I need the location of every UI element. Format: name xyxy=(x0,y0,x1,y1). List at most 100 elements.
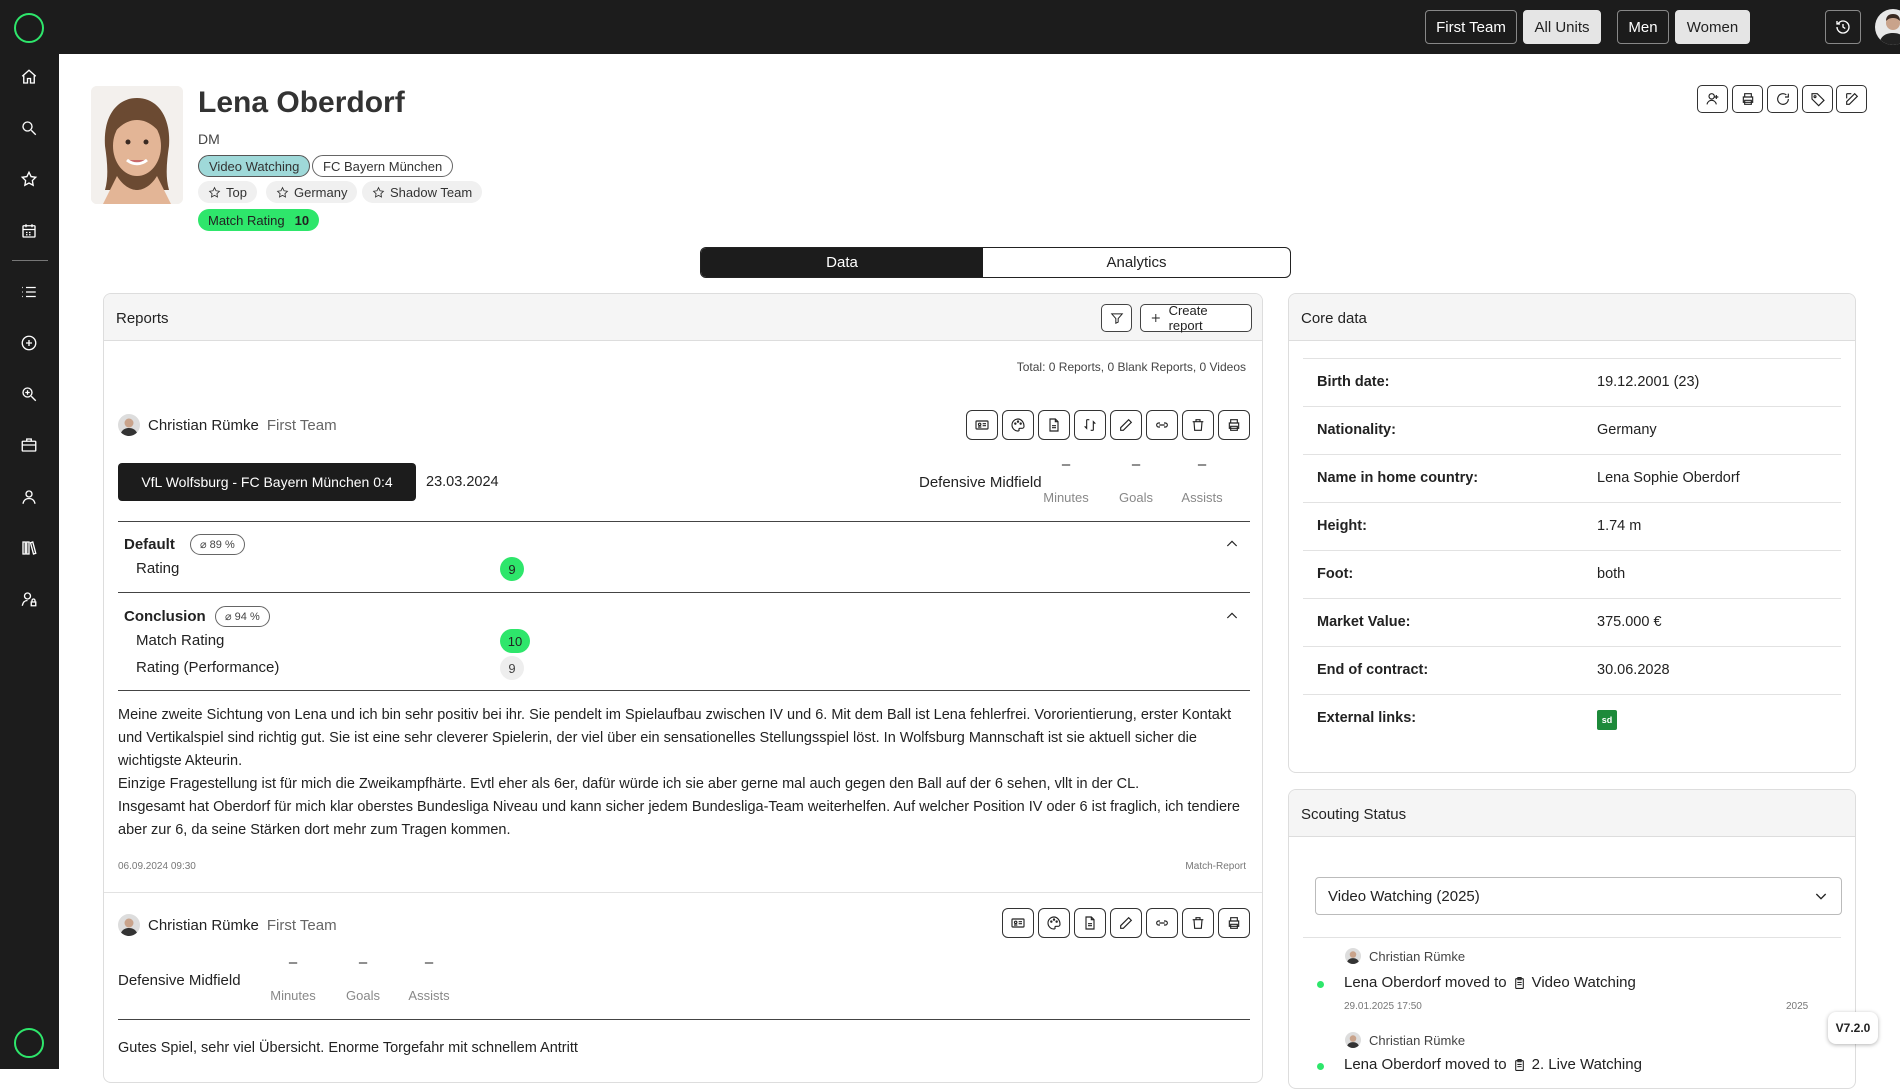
palette-button[interactable] xyxy=(1038,908,1070,938)
assign-user-button[interactable] xyxy=(1697,85,1728,113)
edit-button[interactable] xyxy=(1836,85,1867,113)
report-author[interactable]: Christian Rümke First Team xyxy=(118,414,337,436)
report-text: Meine zweite Sichtung von Lena und ich b… xyxy=(118,704,1248,842)
transfer-button[interactable] xyxy=(1074,410,1106,440)
edit-report-button[interactable] xyxy=(1110,410,1142,440)
report-paragraph: Meine zweite Sichtung von Lena und ich b… xyxy=(118,707,1232,769)
history-icon[interactable] xyxy=(1825,10,1861,44)
palette-button[interactable] xyxy=(1002,410,1034,440)
men-button[interactable]: Men xyxy=(1617,10,1669,44)
external-links-label: External links: xyxy=(1317,710,1417,726)
report-position: Defensive Midfield xyxy=(919,474,1042,491)
list-icon[interactable] xyxy=(18,281,40,303)
scouting-status-select[interactable]: Video Watching (2025) xyxy=(1315,877,1842,915)
refresh-button[interactable] xyxy=(1767,85,1798,113)
core-data-header: Core data xyxy=(1289,294,1855,341)
printer-icon xyxy=(1742,93,1753,105)
tag-button[interactable] xyxy=(1802,85,1833,113)
author-name: Christian Rümke xyxy=(148,916,259,934)
author-avatar xyxy=(1345,1032,1361,1048)
user-avatar[interactable] xyxy=(1875,9,1900,45)
add-circle-icon[interactable] xyxy=(18,332,40,354)
list-tag-top[interactable]: Top xyxy=(198,181,257,203)
print-button[interactable] xyxy=(1732,85,1763,113)
calendar-icon[interactable] xyxy=(18,220,40,242)
scouting-status-title: Scouting Status xyxy=(1301,806,1407,823)
section-average-badge: ⌀ 89 % xyxy=(190,534,245,555)
home-name-value: Lena Sophie Oberdorf xyxy=(1597,470,1740,486)
nationality-label: Nationality: xyxy=(1317,422,1396,438)
assists-label: Assists xyxy=(408,988,450,1003)
star-icon xyxy=(372,186,385,198)
list-tag-shadow-team[interactable]: Shadow Team xyxy=(362,181,483,203)
status-author: Christian Rümke xyxy=(1345,1032,1465,1048)
status-tag[interactable]: Video Watching xyxy=(198,155,311,177)
report-position: Defensive Midfield xyxy=(118,972,241,989)
link-button[interactable] xyxy=(1146,410,1178,440)
document-button[interactable] xyxy=(1038,410,1070,440)
edit-report-button[interactable] xyxy=(1110,908,1142,938)
document-button[interactable] xyxy=(1074,908,1106,938)
trash-icon xyxy=(1192,419,1204,431)
link-button[interactable] xyxy=(1146,908,1178,938)
status-author: Christian Rümke xyxy=(1345,948,1465,964)
minutes-value: – xyxy=(1061,456,1071,473)
status-author-name: Christian Rümke xyxy=(1369,1032,1466,1048)
star-icon[interactable] xyxy=(18,168,40,190)
row-divider xyxy=(1303,358,1841,359)
briefcase-icon[interactable] xyxy=(18,434,40,456)
chevron-up-icon[interactable] xyxy=(1224,608,1240,624)
id-card-button[interactable] xyxy=(966,410,998,440)
create-report-button[interactable]: Create report xyxy=(1140,303,1252,333)
home-name-label: Name in home country: xyxy=(1317,470,1479,486)
clipboard-icon xyxy=(1514,976,1524,989)
minutes-label: Minutes xyxy=(270,988,316,1003)
print-report-button[interactable] xyxy=(1218,908,1250,938)
user-lock-icon[interactable] xyxy=(18,588,40,610)
status-entry: Lena Oberdorf moved to 2. Live Watching xyxy=(1344,1056,1642,1073)
match-rating-row-label: Match Rating xyxy=(136,632,225,649)
chevron-down-icon xyxy=(1815,893,1827,900)
contract-end-label: End of contract: xyxy=(1317,662,1429,678)
list-tag-label: Top xyxy=(226,184,247,200)
soccerdonna-link[interactable]: sd xyxy=(1597,710,1617,730)
performance-rating-value: 9 xyxy=(500,656,524,680)
assists-value: – xyxy=(1197,456,1207,473)
all-units-button[interactable]: All Units xyxy=(1523,10,1601,44)
id-card-button[interactable] xyxy=(1002,908,1034,938)
report-author[interactable]: Christian Rümke First Team xyxy=(118,914,337,936)
tab-analytics[interactable]: Analytics xyxy=(983,248,1290,277)
users-icon xyxy=(1705,93,1718,105)
row-divider xyxy=(1303,598,1841,599)
delete-button[interactable] xyxy=(1182,908,1214,938)
list-tag-germany[interactable]: Germany xyxy=(266,181,358,203)
first-team-button[interactable]: First Team xyxy=(1425,10,1517,44)
print-report-button[interactable] xyxy=(1218,410,1250,440)
clipboard-icon xyxy=(1514,1058,1524,1071)
printer-icon xyxy=(1228,917,1240,929)
section-title-default: Default xyxy=(124,536,175,553)
match-rating-value: 10 xyxy=(294,212,310,228)
home-icon[interactable] xyxy=(18,66,40,88)
user-icon[interactable] xyxy=(18,486,40,508)
reports-card: Reports Create report Total: 0 Reports, … xyxy=(103,293,1263,1083)
version-badge[interactable]: V7.2.0 xyxy=(1828,1012,1878,1044)
list-tag-label: Shadow Team xyxy=(390,184,473,200)
search-icon[interactable] xyxy=(18,117,40,139)
divider xyxy=(118,690,1250,691)
chevron-up-icon[interactable] xyxy=(1224,536,1240,552)
library-icon[interactable] xyxy=(18,537,40,559)
author-avatar xyxy=(1345,948,1361,964)
match-label[interactable]: VfL Wolfsburg - FC Bayern München 0:4 xyxy=(118,463,416,501)
women-button[interactable]: Women xyxy=(1675,10,1750,44)
zoom-icon[interactable] xyxy=(18,383,40,405)
row-divider xyxy=(1303,550,1841,551)
sidebar-divider xyxy=(12,260,48,261)
filter-button[interactable] xyxy=(1101,304,1132,332)
tab-data[interactable]: Data xyxy=(701,248,983,277)
app-logo[interactable] xyxy=(14,13,44,43)
club-tag[interactable]: FC Bayern München xyxy=(312,155,454,177)
delete-button[interactable] xyxy=(1182,410,1214,440)
filter-icon xyxy=(1110,313,1123,325)
app-logo-bottom[interactable] xyxy=(14,1028,44,1058)
